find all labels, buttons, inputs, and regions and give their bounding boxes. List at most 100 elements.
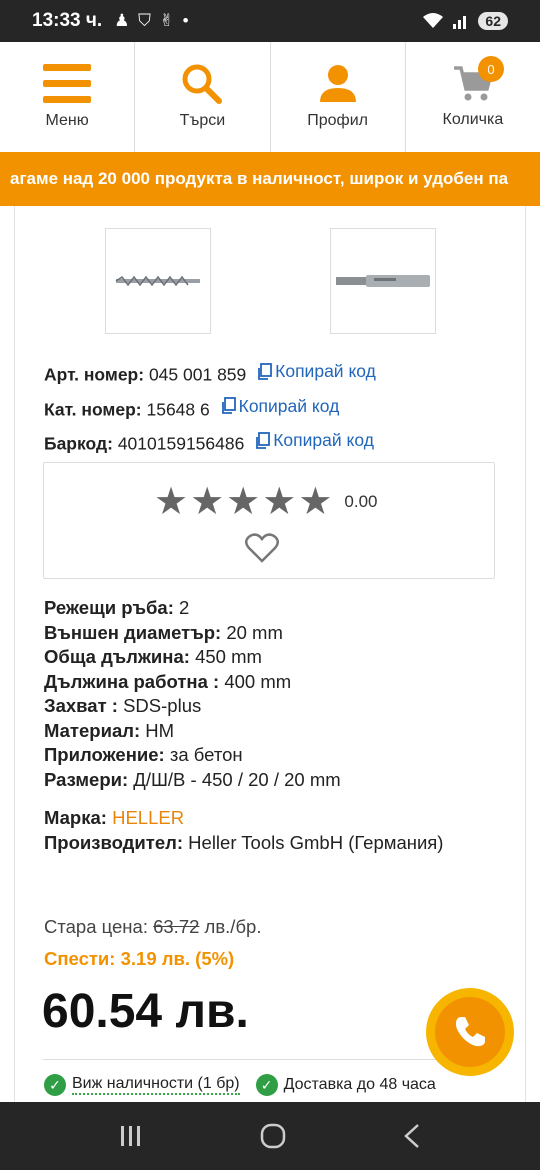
- spec-key: Дължина работна :: [44, 670, 220, 692]
- spec-value: SDS-plus: [117, 695, 202, 716]
- cart-count-badge: 0: [478, 56, 504, 82]
- recent-apps-icon[interactable]: [118, 1125, 144, 1147]
- wishlist-heart-icon[interactable]: [245, 533, 279, 563]
- copy-label: Копирай код: [275, 361, 376, 381]
- spec-key: Размери:: [44, 768, 129, 790]
- spec-row: Приложение: за бетон: [44, 743, 341, 768]
- status-time: 13:33 ч.: [32, 10, 103, 31]
- spec-value: HM: [140, 719, 175, 741]
- art-number-value: 045 001 859: [148, 364, 247, 385]
- savings-text: Спести: 3.19 лв. (5%): [44, 948, 235, 969]
- old-price-unit: лв./бр.: [199, 916, 262, 937]
- star-rating[interactable]: ★ ★ ★ ★ ★ 0.00: [154, 483, 377, 521]
- product-thumbnails: [15, 228, 525, 336]
- nav-menu-label: Меню: [45, 112, 89, 129]
- copy-label: Копирай код: [238, 395, 340, 416]
- star-icon[interactable]: ★: [226, 483, 260, 521]
- spec-value: Д/Ш/В - 450 / 20 / 20 mm: [128, 768, 341, 790]
- copy-icon: [256, 431, 271, 449]
- spec-key: Захват :: [44, 695, 118, 716]
- product-details: Арт. номер: 045 001 859 Копирай код Кат.…: [14, 206, 526, 1102]
- wifi-icon: [423, 13, 444, 28]
- nav-profile[interactable]: Профил: [271, 42, 406, 152]
- product-thumbnail[interactable]: [330, 228, 436, 334]
- rating-value: 0.00: [344, 492, 378, 511]
- product-specs: Режещи ръба: 2 Външен диаметър: 20 mm Об…: [44, 596, 341, 792]
- copy-barcode-button[interactable]: Копирай код: [255, 425, 374, 456]
- spec-value: 2: [173, 597, 190, 618]
- spec-row: Материал: HM: [44, 719, 341, 744]
- product-thumbnail[interactable]: [105, 228, 211, 334]
- copy-label: Копирай код: [273, 430, 374, 450]
- old-price-label: Стара цена:: [44, 916, 154, 937]
- barcode-key: Баркод:: [44, 433, 113, 454]
- nav-cart[interactable]: Количка 0: [406, 42, 540, 152]
- availability-row: ✓ Виж наличности (1 бр) ✓ Доставка до 48…: [44, 1074, 436, 1096]
- check-icon: ✓: [44, 1074, 66, 1096]
- brand-info: Марка: HELLER Производител: Heller Tools…: [44, 806, 443, 855]
- spec-key: Обща дължина:: [44, 646, 190, 667]
- spec-key: Материал:: [44, 719, 141, 741]
- spec-row: Външен диаметър: 20 mm: [44, 621, 341, 646]
- search-icon: [182, 64, 223, 104]
- user-icon: [319, 65, 356, 102]
- barcode-row: Баркод: 4010159156486 Копирай код: [44, 425, 376, 460]
- nav-menu[interactable]: Меню: [0, 42, 136, 152]
- spec-row: Захват : SDS-plus: [44, 694, 341, 719]
- art-number-row: Арт. номер: 045 001 859 Копирай код: [44, 356, 376, 391]
- nav-profile-label: Профил: [307, 112, 368, 129]
- delivery-text: Доставка до 48 часа: [283, 1076, 436, 1093]
- spec-row: Размери: Д/Ш/В - 450 / 20 / 20 mm: [44, 768, 341, 793]
- old-price-value: 63.72: [153, 916, 200, 937]
- manufacturer-row: Производител: Heller Tools GmbH (Германи…: [44, 831, 443, 856]
- product-codes: Арт. номер: 045 001 859 Копирай код Кат.…: [44, 356, 376, 460]
- cat-number-row: Кат. номер: 15648 6 Копирай код: [44, 391, 376, 426]
- old-price: Стара цена: 63.72 лв./бр.: [44, 916, 261, 938]
- manufacturer-key: Производител:: [44, 831, 184, 853]
- spec-key: Приложение:: [44, 744, 165, 765]
- barcode-value: 4010159156486: [117, 433, 245, 454]
- spec-key: Външен диаметър:: [44, 621, 222, 643]
- status-bar: 13:33 ч. ♟ ⛉ ✌ • 62: [0, 0, 540, 42]
- call-button[interactable]: [426, 988, 514, 1076]
- notification-icons: ♟ ⛉ ✌ •: [114, 11, 191, 30]
- top-navigation: Меню Търси Профил Количка 0: [0, 42, 540, 152]
- view-availability-link[interactable]: Виж наличности (1 бр): [72, 1075, 240, 1095]
- promo-banner-text: агаме над 20 000 продукта в наличност, ш…: [10, 169, 509, 188]
- spec-value: 20 mm: [221, 621, 283, 643]
- spec-row: Обща дължина: 450 mm: [44, 645, 341, 670]
- spec-key: Режещи ръба:: [44, 597, 174, 618]
- current-price: 60.54 лв.: [42, 985, 249, 1038]
- brand-row: Марка: HELLER: [44, 806, 443, 831]
- spec-row: Режещи ръба: 2: [44, 596, 341, 621]
- spec-value: за бетон: [164, 744, 243, 765]
- rating-box: ★ ★ ★ ★ ★ 0.00: [43, 462, 495, 579]
- copy-art-number-button[interactable]: Копирай код: [257, 356, 376, 387]
- check-icon: ✓: [255, 1074, 278, 1096]
- spec-value: 450 mm: [189, 646, 262, 667]
- cat-number-key: Кат. номер:: [44, 399, 142, 419]
- nav-search-label: Търси: [179, 112, 226, 129]
- nav-search[interactable]: Търси: [135, 42, 271, 152]
- system-navigation-bar: [0, 1102, 540, 1170]
- drill-shank-image: [336, 275, 430, 287]
- manufacturer-value: Heller Tools GmbH (Германия): [183, 831, 444, 853]
- cat-number-value: 15648 6: [146, 399, 210, 419]
- art-number-key: Арт. номер:: [44, 364, 145, 385]
- signal-icon: [453, 16, 467, 29]
- star-icon[interactable]: ★: [298, 483, 332, 521]
- copy-cat-number-button[interactable]: Копирай код: [221, 391, 340, 422]
- star-icon[interactable]: ★: [190, 483, 224, 521]
- star-icon[interactable]: ★: [154, 483, 188, 521]
- divider: [43, 1059, 498, 1060]
- home-icon[interactable]: [260, 1123, 286, 1149]
- back-icon[interactable]: [402, 1123, 422, 1149]
- spec-row: Дължина работна : 400 mm: [44, 670, 341, 695]
- brand-link[interactable]: HELLER: [107, 807, 184, 828]
- phone-icon: [455, 1017, 485, 1047]
- spec-value: 400 mm: [219, 670, 292, 692]
- status-right: 62: [422, 12, 508, 30]
- star-icon[interactable]: ★: [262, 483, 296, 521]
- copy-icon: [221, 397, 236, 414]
- call-button-inner: [435, 997, 505, 1067]
